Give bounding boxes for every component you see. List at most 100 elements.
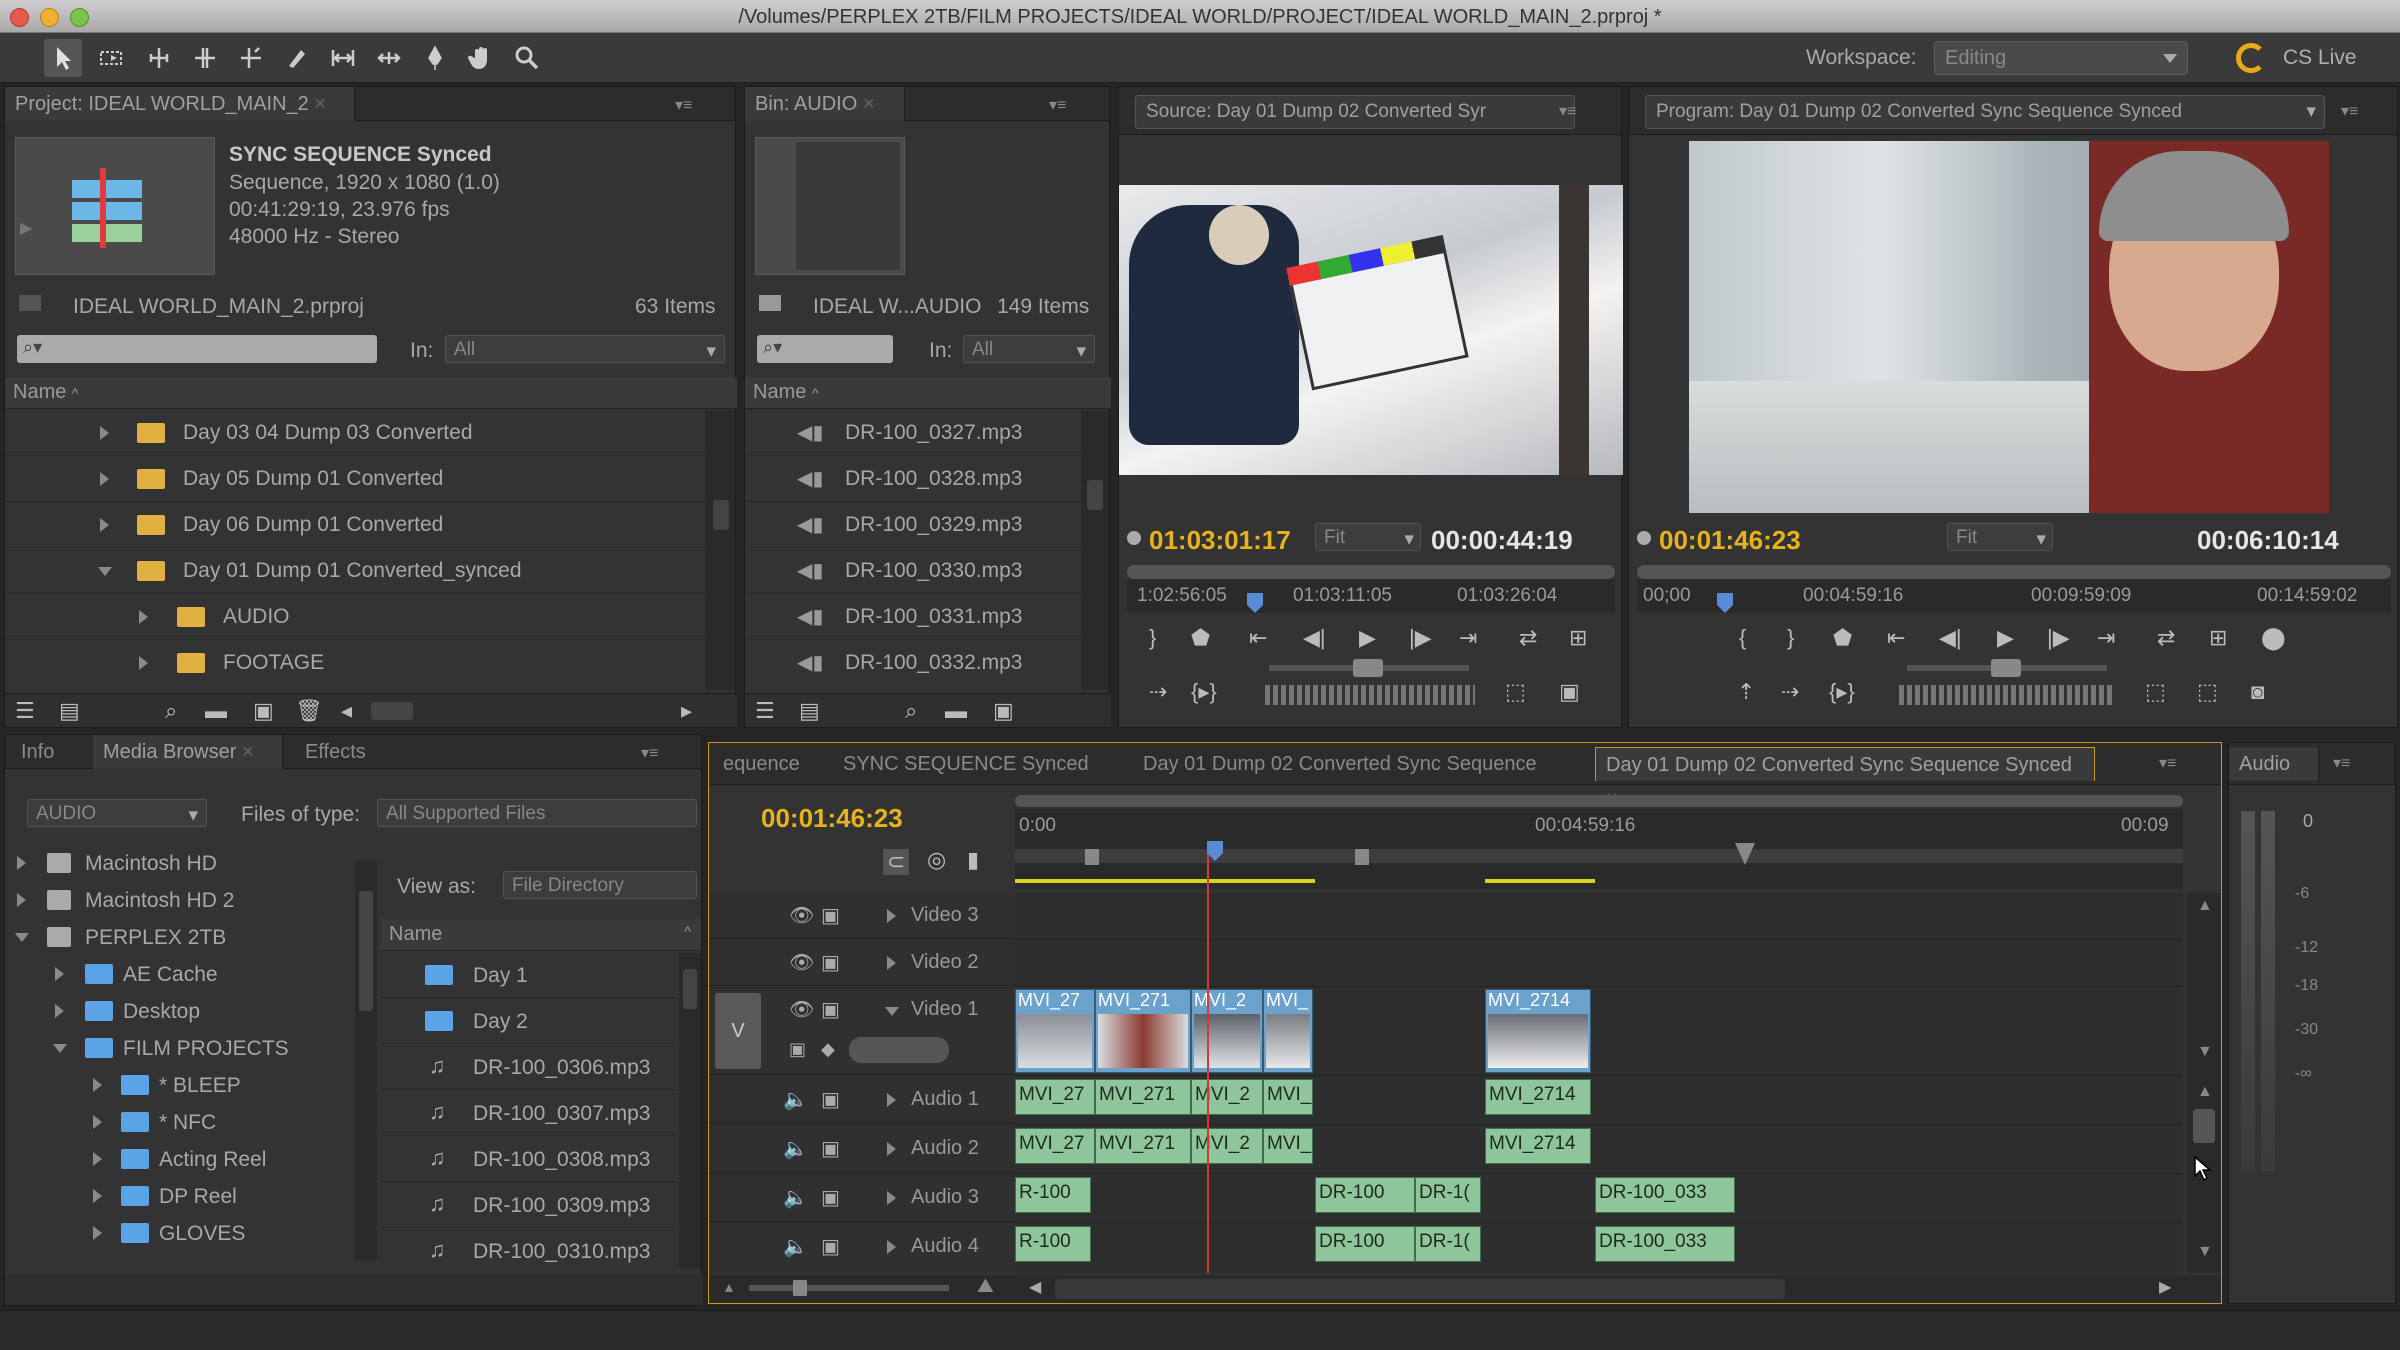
zoom-in-icon[interactable]: ▸ [681,698,692,724]
tree-item[interactable]: DP Reel [5,1178,345,1214]
list-view-icon[interactable]: ☰ [755,698,775,724]
expand-triangle-icon[interactable] [93,1078,102,1092]
jog-wheel[interactable] [1265,685,1475,705]
panel-menu-icon[interactable]: ▾≡ [1559,101,1581,120]
source-fit-select[interactable]: Fit ▾ [1315,523,1421,551]
project-scrollbar[interactable] [705,410,735,690]
extract-icon[interactable]: ⇢ [1781,679,1799,705]
lock-icon[interactable]: ▣ [821,950,840,975]
selection-tool-icon[interactable] [44,39,82,77]
playhead-line[interactable] [1207,853,1209,1273]
loop-icon[interactable]: ⇄ [2157,625,2175,651]
lock-icon[interactable]: ▣ [821,997,840,1022]
expand-triangle-icon[interactable] [100,518,109,532]
program-zoom-bar[interactable] [1637,565,2391,579]
step-back-icon[interactable]: ◀| [1303,625,1326,651]
tab-bin-audio[interactable]: Bin: AUDIO × [745,87,905,121]
panel-menu-icon[interactable]: ▾≡ [675,95,697,114]
project-search-input[interactable]: ⌕▾ [17,335,377,363]
tree-item[interactable]: FILM PROJECTS [5,1030,345,1066]
expand-triangle-icon[interactable] [55,967,64,981]
tree-item[interactable]: Macintosh HD [5,845,345,881]
video-clip[interactable]: MVI_27 [1015,989,1095,1073]
list-item[interactable]: ◀▮ DR-100_0332.mp3 [745,640,1081,686]
list-item[interactable]: AUDIO [5,594,705,640]
list-item[interactable]: Day 1 [381,953,677,998]
name-column-header[interactable]: Name ^ [381,919,701,951]
pen-tool-icon[interactable] [416,39,454,77]
scroll-left-icon[interactable]: ◀ [1029,1277,1041,1297]
expand-triangle-icon[interactable] [887,1093,896,1107]
icon-view-icon[interactable]: ▤ [799,698,820,724]
panel-menu-icon[interactable]: ▾≡ [2333,753,2355,772]
location-select[interactable]: AUDIO ▾ [27,799,207,827]
zoom-slider[interactable] [371,702,413,720]
list-item[interactable]: Day 03 04 Dump 03 Converted [5,410,705,456]
lock-icon[interactable]: ▣ [821,903,840,928]
scroll-thumb[interactable] [359,891,373,1011]
new-item-icon[interactable]: ▣ [993,698,1014,724]
audio-clip[interactable]: R-100 [1015,1177,1091,1213]
audio-clip[interactable]: DR-100 [1315,1177,1415,1213]
name-column-header[interactable]: Name ^ [745,377,1111,409]
track-select-tool-icon[interactable] [92,39,130,77]
audio-clip[interactable]: DR-100 [1315,1226,1415,1262]
icon-view-icon[interactable]: ▤ [59,698,80,724]
camera-icon[interactable]: ◙ [2251,679,2264,705]
lock-icon[interactable]: ▣ [821,1136,840,1161]
set-encore-marker-icon[interactable]: ◎ [927,847,946,873]
expand-triangle-icon[interactable] [887,909,896,923]
list-item[interactable]: ◀▮ DR-100_0328.mp3 [745,456,1081,502]
tab-project[interactable]: Project: IDEAL WORLD_MAIN_2 × [5,87,355,121]
files-of-type-select[interactable]: All Supported Files [377,799,697,827]
scroll-thumb[interactable] [683,969,697,1009]
mark-in-icon[interactable]: { [1739,625,1746,651]
tree-item[interactable]: * BLEEP [5,1067,345,1103]
timeline-timecode[interactable]: 00:01:46:23 [761,803,903,834]
panel-menu-icon[interactable]: ▾≡ [641,743,663,762]
scroll-up-icon[interactable]: ▲ [2197,1083,2213,1101]
list-view-icon[interactable]: ☰ [15,698,35,724]
panel-menu-icon[interactable]: ▾≡ [2341,101,2363,120]
collapse-triangle-icon[interactable] [53,1044,67,1053]
expand-triangle-icon[interactable] [100,426,109,440]
timeline-zoom-bar[interactable] [1015,795,2183,807]
media-browser-hscroll[interactable] [5,1275,703,1305]
expand-triangle-icon[interactable] [93,1226,102,1240]
timeline-time-ruler[interactable]: 0:00 00:04:59:16 00:09 [1015,809,2183,889]
mark-out-icon[interactable]: } [1787,625,1794,651]
expand-triangle-icon[interactable] [55,1004,64,1018]
new-bin-icon[interactable]: ▬ [205,698,227,724]
collapse-triangle-icon[interactable] [885,1007,899,1016]
expand-triangle-icon[interactable] [887,1240,896,1254]
insert-icon[interactable]: ⇢ [1149,679,1167,705]
mark-in-icon[interactable]: } [1149,625,1156,651]
audio-clip[interactable]: MVI_271 [1095,1128,1191,1164]
tree-item[interactable]: PERPLEX 2TB [5,919,345,955]
tab-info[interactable]: Info [11,735,64,769]
tree-item[interactable]: Desktop [5,993,345,1029]
source-video-frame[interactable] [1119,185,1623,475]
tree-scrollbar[interactable] [355,861,377,1261]
go-to-in-icon[interactable]: ⇤ [1887,625,1905,651]
lock-icon[interactable]: ▣ [821,1234,840,1259]
speaker-icon[interactable]: 🔈 [783,1136,808,1161]
timeline-v-scrollbar[interactable]: ▲ ▼ ▲ ▼ [2187,893,2221,1273]
zoom-out-icon[interactable]: ◂ [341,698,352,724]
name-column-header[interactable]: Name ^ [5,377,737,409]
in-select[interactable]: All ▾ [963,335,1095,363]
video-clip[interactable]: MVI_ [1263,989,1313,1073]
speaker-icon[interactable]: 🔈 [783,1185,808,1210]
audio-clip[interactable]: DR-1( [1415,1226,1481,1262]
rolling-edit-tool-icon[interactable] [186,39,224,77]
program-video-frame[interactable] [1689,141,2329,513]
scroll-down-icon[interactable]: ▼ [2197,1043,2213,1061]
multicam-icon[interactable]: ⬤ [2261,625,2286,651]
in-select[interactable]: All ▾ [445,335,725,363]
expand-triangle-icon[interactable] [139,656,148,670]
expand-triangle-icon[interactable] [887,956,896,970]
program-playhead-icon[interactable] [1717,593,1733,613]
audio-clip[interactable]: MVI_2 [1191,1079,1263,1115]
new-item-icon[interactable]: ▣ [253,698,274,724]
tree-item[interactable]: GLOVES [5,1215,345,1251]
